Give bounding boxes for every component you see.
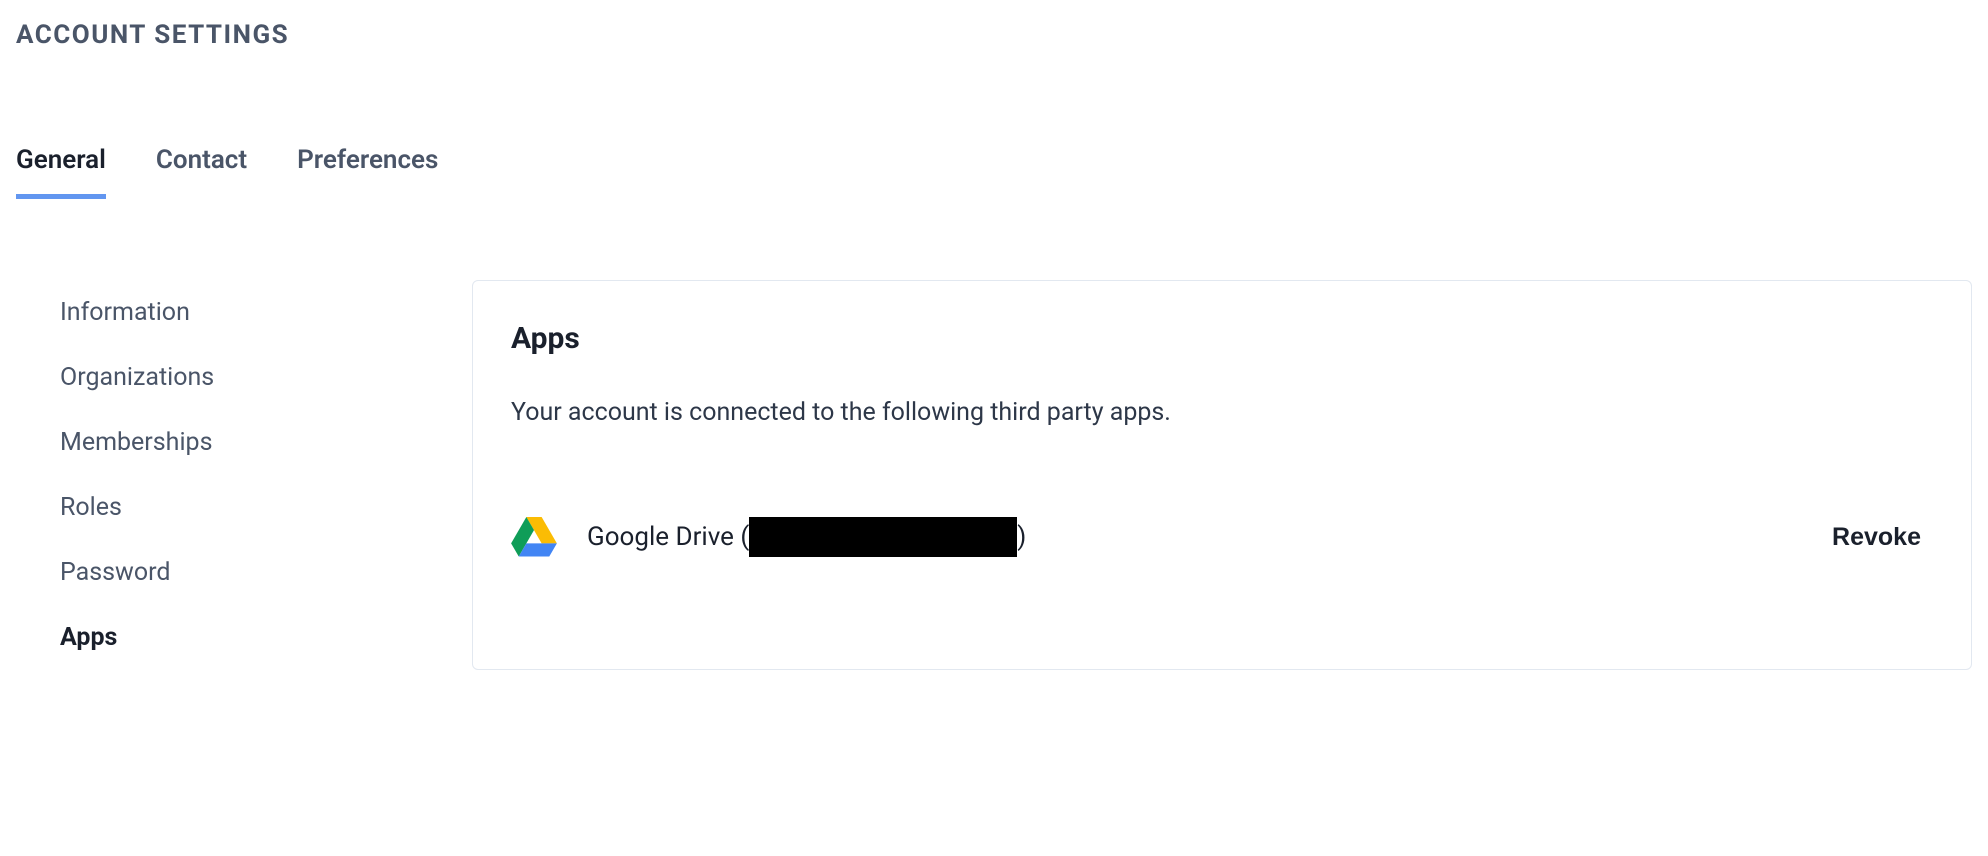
sidebar-item-organizations[interactable]: Organizations	[60, 345, 472, 410]
app-name-suffix: )	[1017, 522, 1026, 552]
tab-preferences[interactable]: Preferences	[297, 145, 438, 199]
tab-general[interactable]: General	[16, 145, 106, 199]
panel-description: Your account is connected to the followi…	[511, 398, 1933, 427]
content-area: Information Organizations Memberships Ro…	[16, 280, 1972, 670]
sidebar-item-password[interactable]: Password	[60, 540, 472, 605]
tabs: General Contact Preferences	[16, 145, 1972, 200]
sidebar-item-information[interactable]: Information	[60, 280, 472, 345]
revoke-button[interactable]: Revoke	[1832, 523, 1933, 552]
app-name-prefix: Google Drive (	[587, 522, 749, 552]
sidebar-item-apps[interactable]: Apps	[60, 605, 472, 670]
page-title: ACCOUNT SETTINGS	[16, 20, 1972, 50]
app-label: Google Drive ( )	[587, 517, 1026, 557]
connected-app-row: Google Drive ( ) Revoke	[511, 517, 1933, 557]
sidebar-item-memberships[interactable]: Memberships	[60, 410, 472, 475]
panel-title: Apps	[511, 321, 1933, 356]
google-drive-icon	[511, 517, 557, 557]
tab-contact[interactable]: Contact	[156, 145, 247, 199]
main-panel: Apps Your account is connected to the fo…	[472, 280, 1972, 670]
sidebar-item-roles[interactable]: Roles	[60, 475, 472, 540]
app-account-redacted	[749, 517, 1017, 557]
sidebar: Information Organizations Memberships Ro…	[16, 280, 472, 670]
